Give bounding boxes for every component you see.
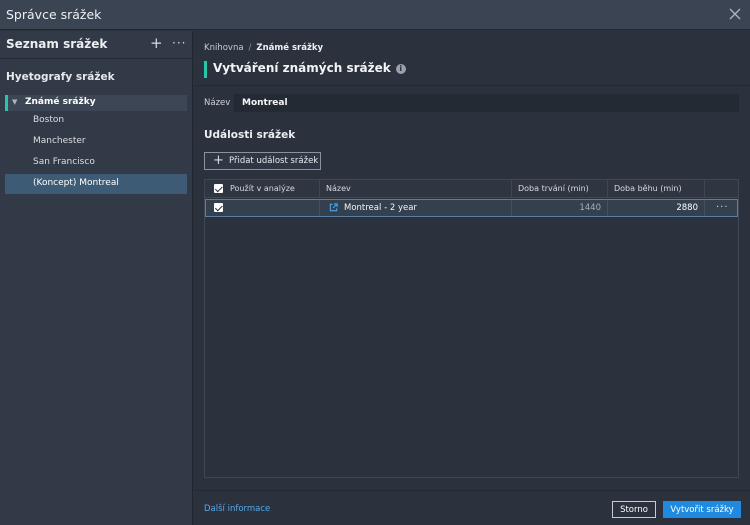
footer-divider xyxy=(194,490,750,491)
event-name-link[interactable]: Montreal - 2 year xyxy=(344,203,417,213)
page-title: Vytváření známých srážek i xyxy=(204,61,406,78)
cell-name: Montreal - 2 year xyxy=(320,200,512,216)
tree-group-known-storms[interactable]: ▼ Známé srážky xyxy=(5,95,187,111)
page-title-text: Vytváření známých srážek xyxy=(213,61,391,75)
duration-value: 1440 xyxy=(579,203,601,213)
plus-icon: + xyxy=(213,153,224,168)
run-time-value[interactable]: 2880 xyxy=(676,203,698,213)
more-options-icon[interactable]: ··· xyxy=(172,36,186,50)
header-name[interactable]: Název xyxy=(320,180,512,198)
header-label: Doba trvání (min) xyxy=(518,184,589,193)
cell-use xyxy=(206,200,320,216)
more-info-link[interactable]: Další informace xyxy=(204,504,270,514)
add-storm-event-label: Přidat událost srážek xyxy=(229,156,319,166)
select-all-checkbox[interactable] xyxy=(214,184,223,193)
header-label: Doba běhu (min) xyxy=(614,184,682,193)
tree-item-boston[interactable]: Boston xyxy=(5,111,187,131)
table-row[interactable]: Montreal - 2 year 1440 2880 ··· xyxy=(205,199,738,217)
cancel-button[interactable]: Storno xyxy=(612,501,656,518)
window-titlebar: Správce srážek xyxy=(0,0,750,30)
header-label: Název xyxy=(326,184,351,193)
tree-item-label: Boston xyxy=(33,115,65,125)
name-label: Název xyxy=(204,98,231,108)
sidebar-header: Seznam srážek + ··· xyxy=(0,31,193,59)
create-storms-button[interactable]: Vytvořit srážky xyxy=(663,501,741,518)
header-label: Použít v analýze xyxy=(230,184,295,193)
info-icon[interactable]: i xyxy=(395,64,406,74)
add-storm-event-button[interactable]: + Přidat událost srážek xyxy=(204,152,321,170)
add-icon[interactable]: + xyxy=(150,36,163,51)
events-title: Události srážek xyxy=(204,129,296,141)
table-header: Použít v analýze Název Doba trvání (min)… xyxy=(205,180,738,198)
breadcrumb-root[interactable]: Knihovna xyxy=(204,43,244,53)
header-use-in-analysis: Použít v analýze xyxy=(205,180,320,198)
cell-run-time: 2880 xyxy=(608,200,705,216)
tree-item-manchester[interactable]: Manchester xyxy=(5,132,187,152)
open-external-icon[interactable] xyxy=(329,203,338,212)
name-input[interactable] xyxy=(234,94,739,112)
tree-item-label: San Francisco xyxy=(33,157,95,167)
sidebar-title: Seznam srážek xyxy=(6,37,108,51)
header-divider xyxy=(194,85,750,86)
tree-group-label: Známé srážky xyxy=(25,97,96,107)
tree-item-label: (Koncept) Montreal xyxy=(33,178,119,188)
storm-events-table: Použít v analýze Název Doba trvání (min)… xyxy=(204,179,739,478)
cell-duration: 1440 xyxy=(512,200,608,216)
breadcrumb-current: Známé srážky xyxy=(256,43,324,53)
sidebar-section-title: Hyetografy srážek xyxy=(6,71,115,83)
tree-item-label: Manchester xyxy=(33,136,86,146)
header-duration[interactable]: Doba trvání (min) xyxy=(512,180,608,198)
use-in-analysis-checkbox[interactable] xyxy=(214,203,223,212)
sidebar: Seznam srážek + ··· Hyetografy srážek ▼ … xyxy=(0,31,193,525)
caret-down-icon[interactable]: ▼ xyxy=(12,98,17,106)
tree-item-san-francisco[interactable]: San Francisco xyxy=(5,153,187,173)
tree-item-montreal[interactable]: (Koncept) Montreal xyxy=(5,174,187,194)
close-icon[interactable] xyxy=(726,5,744,23)
row-menu-icon[interactable]: ··· xyxy=(716,202,729,213)
breadcrumb-separator: / xyxy=(248,43,252,53)
header-run-time[interactable]: Doba běhu (min) xyxy=(608,180,705,198)
window-title: Správce srážek xyxy=(6,7,102,22)
breadcrumb: Knihovna / Známé srážky xyxy=(204,43,323,53)
main-panel: Knihovna / Známé srážky Vytváření známých … xyxy=(194,31,750,525)
